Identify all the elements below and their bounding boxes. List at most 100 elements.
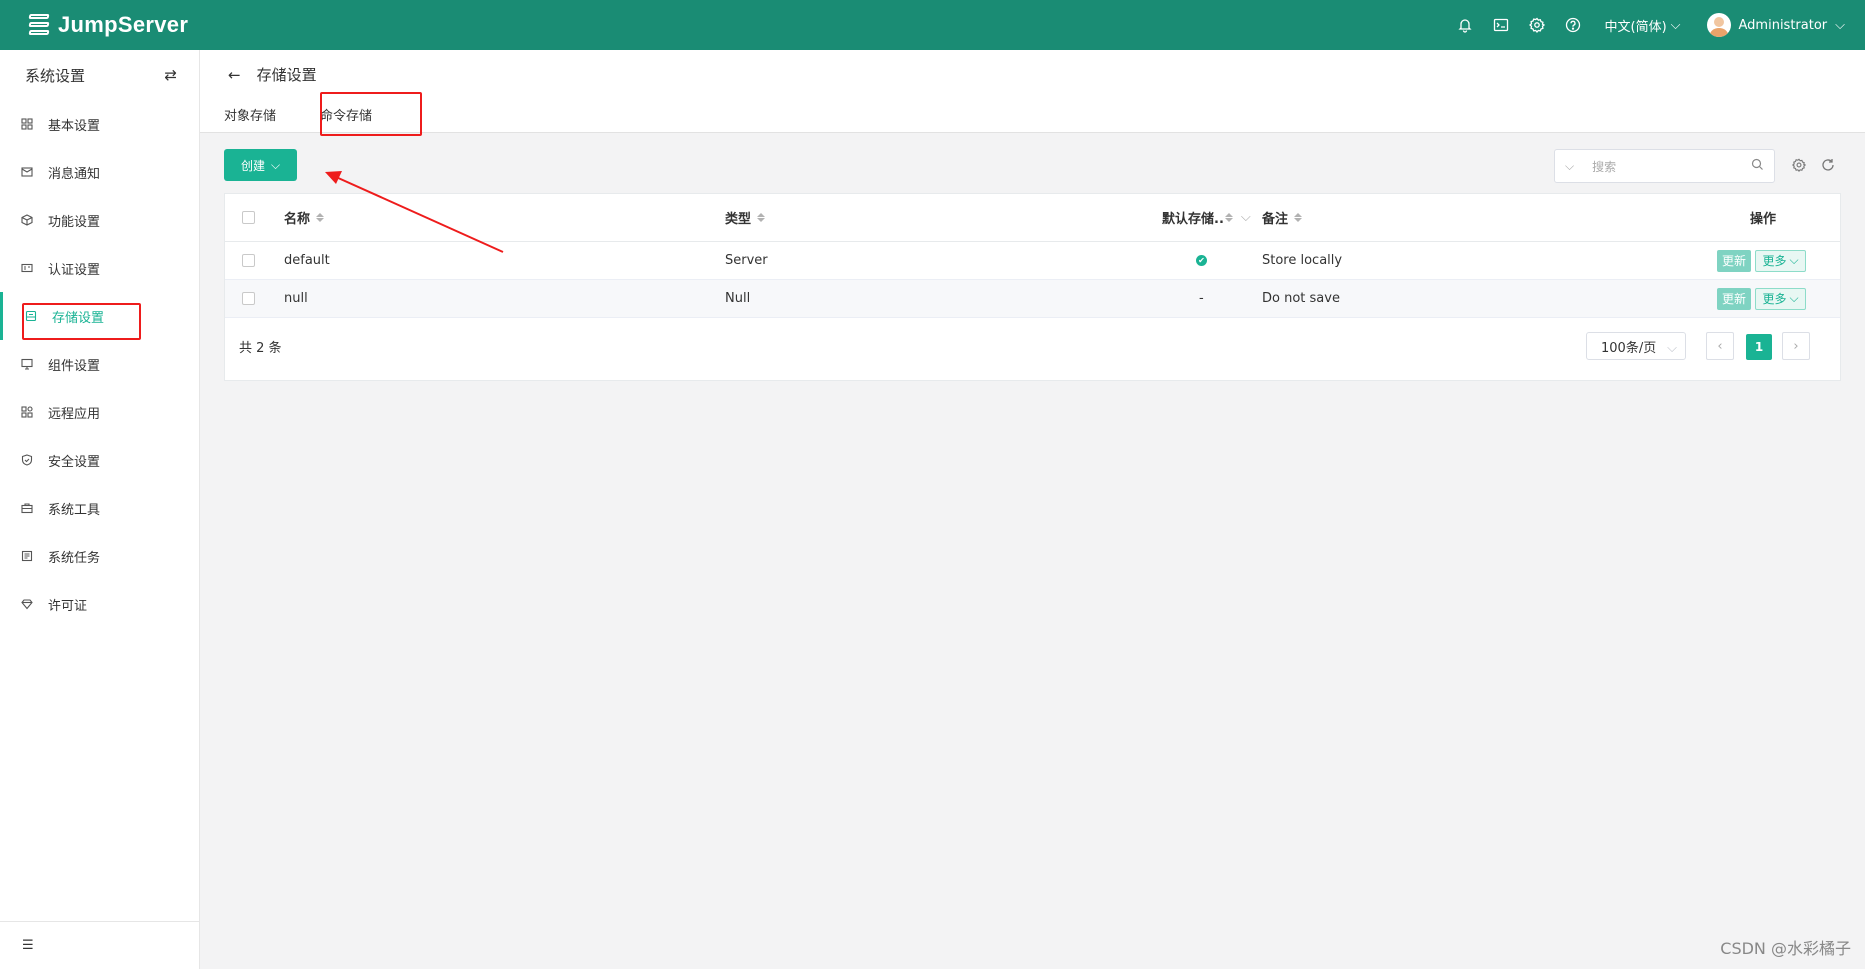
sidebar-item-features[interactable]: 功能设置 — [0, 196, 199, 244]
header-label: 备注 — [1262, 212, 1289, 227]
chevron-down-icon: ⌵ — [1789, 291, 1799, 305]
table-row[interactable]: null Null - Do not save 更新 更多 ⌵ — [225, 280, 1840, 318]
annotation-arrow — [325, 171, 504, 253]
sidebar-item-label: 消息通知 — [48, 166, 101, 182]
chevron-down-icon: ⌵ — [270, 157, 281, 172]
language-selector[interactable]: 中文(简体) ⌵ — [1605, 16, 1681, 35]
sidebar-collapse-button[interactable]: ☰ — [0, 921, 199, 969]
id-card-icon — [21, 262, 33, 274]
table-row[interactable]: default Server ✔ Store locally 更新 更多 ⌵ — [225, 242, 1840, 280]
message-icon — [21, 166, 33, 178]
column-comment[interactable]: 备注 — [1262, 194, 1303, 241]
watermark: CSDN @水彩橘子 — [1720, 939, 1851, 958]
tab-object-storage[interactable]: 对象存储 — [224, 105, 276, 124]
page-size-label: 100条/页 — [1601, 340, 1657, 356]
search-icon[interactable] — [1751, 158, 1764, 174]
annotation-box-sidebar — [22, 303, 141, 340]
column-default[interactable]: 默认存储.. ⌵ — [1162, 194, 1251, 241]
top-bar: JumpServer 中文(简体) ⌵ Administrator ⌵ — [0, 0, 1865, 50]
cell-name[interactable]: null — [284, 280, 308, 317]
sort-icon[interactable] — [316, 213, 325, 222]
sidebar-item-label: 安全设置 — [48, 454, 101, 470]
switch-icon[interactable]: ⇄ — [164, 66, 177, 84]
sidebar-item-license[interactable]: 许可证 — [0, 580, 199, 628]
sort-icon[interactable] — [1224, 213, 1233, 222]
back-arrow-icon[interactable]: ← — [228, 66, 241, 84]
sidebar-item-tools[interactable]: 系统工具 — [0, 484, 199, 532]
settings-icon[interactable] — [1792, 158, 1807, 172]
page-title-bar: ← 存储设置 — [228, 64, 317, 85]
sidebar-item-message[interactable]: 消息通知 — [0, 148, 199, 196]
check-circle-icon: ✔ — [1196, 255, 1207, 266]
more-label: 更多 — [1762, 292, 1787, 306]
filter-chevron-icon[interactable]: ⌵ — [1241, 210, 1251, 225]
chevron-down-icon: ⌵ — [1667, 341, 1677, 356]
sidebar-item-basic[interactable]: 基本设置 — [0, 100, 199, 148]
more-button[interactable]: 更多 ⌵ — [1755, 249, 1806, 272]
chevron-left-icon: ‹ — [1717, 338, 1723, 354]
gear-icon[interactable] — [1519, 0, 1555, 50]
more-button[interactable]: 更多 ⌵ — [1755, 287, 1806, 310]
search-input[interactable]: ⌵ 搜索 — [1554, 149, 1775, 183]
sidebar-item-auth[interactable]: 认证设置 — [0, 244, 199, 292]
bell-icon[interactable] — [1447, 0, 1483, 50]
create-label: 创建 — [240, 158, 265, 173]
cube-icon — [21, 214, 33, 226]
sidebar-item-tasks[interactable]: 系统任务 — [0, 532, 199, 580]
sidebar-item-label: 许可证 — [48, 598, 88, 614]
diamond-icon — [21, 598, 33, 610]
page-size-select[interactable]: 100条/页 ⌵ — [1586, 332, 1686, 360]
page-title: 存储设置 — [256, 66, 317, 84]
user-name: Administrator — [1738, 17, 1828, 33]
cell-comment: Store locally — [1262, 253, 1343, 268]
sidebar-header: 系统设置 ⇄ — [0, 50, 199, 100]
jumpserver-logo-icon — [26, 12, 52, 38]
sidebar-item-label: 认证设置 — [48, 262, 101, 278]
next-page-button[interactable]: › — [1782, 332, 1810, 360]
sidebar: 系统设置 ⇄ 基本设置 消息通知 功能设置 认证设置 存储设置 组件设置 远程应… — [0, 50, 200, 969]
sort-icon[interactable] — [1294, 213, 1303, 222]
menu-collapse-icon: ☰ — [22, 938, 34, 953]
sidebar-item-label: 系统工具 — [48, 502, 101, 518]
create-button[interactable]: 创建 ⌵ — [224, 149, 297, 181]
select-all-checkbox[interactable] — [242, 211, 255, 224]
update-button[interactable]: 更新 — [1717, 287, 1751, 310]
row-checkbox[interactable] — [242, 292, 255, 305]
prev-page-button[interactable]: ‹ — [1706, 332, 1734, 360]
cell-comment: Do not save — [1262, 291, 1340, 306]
toolbox-icon — [21, 502, 33, 514]
help-icon[interactable] — [1555, 0, 1591, 50]
user-menu[interactable]: Administrator ⌵ — [1706, 13, 1845, 37]
column-name[interactable]: 名称 — [284, 194, 325, 241]
update-button[interactable]: 更新 — [1717, 249, 1751, 272]
sidebar-item-label: 功能设置 — [48, 214, 101, 230]
table-header: 名称 类型 默认存储.. ⌵ 备注 操作 — [225, 194, 1840, 242]
sidebar-title: 系统设置 — [25, 66, 86, 85]
header-label: 名称 — [284, 212, 311, 227]
current-page[interactable]: 1 — [1746, 334, 1772, 360]
sidebar-item-label: 系统任务 — [48, 550, 101, 566]
language-label: 中文(简体) — [1604, 19, 1667, 35]
avatar — [1706, 13, 1731, 37]
brand-name: JumpServer — [58, 12, 189, 37]
sidebar-item-components[interactable]: 组件设置 — [0, 340, 199, 388]
chevron-down-icon[interactable]: ⌵ — [1565, 159, 1574, 174]
header-label: 操作 — [1750, 212, 1777, 227]
sidebar-item-remote-apps[interactable]: 远程应用 — [0, 388, 199, 436]
search-placeholder: 搜索 — [1592, 159, 1617, 174]
cell-default: - — [1199, 291, 1204, 306]
column-type[interactable]: 类型 — [725, 194, 766, 241]
task-icon — [21, 550, 33, 562]
page-header: ← 存储设置 对象存储 命令存储 — [200, 50, 1865, 133]
sidebar-item-security[interactable]: 安全设置 — [0, 436, 199, 484]
cell-name[interactable]: default — [284, 242, 330, 279]
terminal-icon[interactable] — [1483, 0, 1519, 50]
grid-icon — [21, 118, 33, 130]
row-checkbox[interactable] — [242, 254, 255, 267]
refresh-icon[interactable] — [1821, 158, 1835, 172]
annotation-box-tab — [320, 92, 422, 136]
cell-type: Server — [725, 253, 768, 268]
sort-icon[interactable] — [757, 213, 766, 222]
monitor-icon — [21, 358, 33, 370]
logo[interactable]: JumpServer — [26, 12, 188, 38]
